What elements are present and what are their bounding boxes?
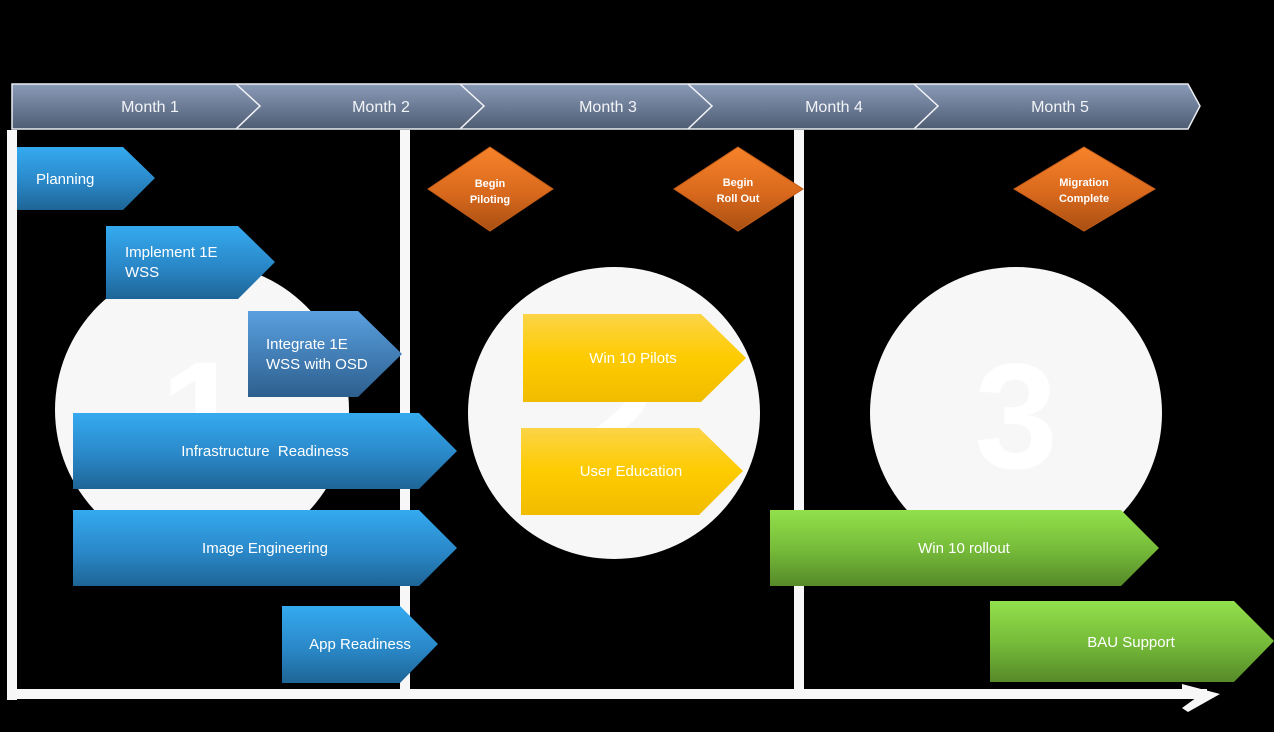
task-integrate-1e-wss-with-osd: Integrate 1E WSS with OSD [248, 311, 402, 397]
task-app-readiness: App Readiness [282, 606, 438, 683]
milestone-begin-roll-out-line-2: Roll Out [717, 193, 760, 205]
task-win-10-rollout-label: Win 10 rollout [918, 540, 1011, 557]
milestone-migration-complete: Migration Complete [1013, 146, 1156, 232]
task-user-education-label: User Education [580, 463, 683, 480]
milestones: Begin Piloting Begin Roll Out Migration … [427, 146, 1156, 232]
milestone-migration-complete-line-1: Migration [1059, 177, 1109, 189]
task-bau-support: BAU Support [990, 601, 1274, 682]
month-5-label: Month 5 [1031, 99, 1089, 116]
task-integrate-1e-wss-with-osd-line-1: Integrate 1E [266, 336, 348, 353]
task-integrate-1e-wss-with-osd-line-2: WSS with OSD [266, 356, 368, 373]
month-3-label: Month 3 [579, 99, 637, 116]
task-planning-label: Planning [36, 171, 94, 188]
phase-2-circle: 2 [468, 267, 760, 559]
task-user-education: User Education [521, 428, 743, 515]
task-infrastructure-readiness-label: Infrastructure Readiness [181, 443, 349, 460]
task-bau-support-label: BAU Support [1087, 634, 1175, 651]
phase-3-number: 3 [974, 332, 1057, 500]
milestone-begin-piloting-line-2: Piloting [470, 194, 510, 206]
left-border-line [7, 130, 17, 700]
milestone-migration-complete-line-2: Complete [1059, 193, 1109, 205]
task-win-10-rollout: Win 10 rollout [770, 510, 1159, 586]
milestone-begin-roll-out: Begin Roll Out [673, 146, 804, 232]
task-infrastructure-readiness: Infrastructure Readiness [73, 413, 457, 489]
month-1-label: Month 1 [121, 99, 179, 116]
task-image-engineering: Image Engineering [73, 510, 457, 586]
divider-month4-line [794, 130, 804, 692]
task-win-10-pilots: Win 10 Pilots [523, 314, 746, 402]
milestone-begin-piloting-line-1: Begin [475, 178, 506, 190]
migration-roadmap-diagram: 1 2 3 Month 1 Month 2 Month 3 Month 4 Mo… [7, 83, 1274, 712]
task-image-engineering-label: Image Engineering [202, 540, 328, 557]
baseline-axis-line [7, 689, 1207, 699]
task-implement-1e-wss-line-2: WSS [125, 264, 159, 281]
milestone-begin-piloting: Begin Piloting [427, 146, 554, 232]
month-4-label: Month 4 [805, 99, 863, 116]
task-implement-1e-wss-line-1: Implement 1E [125, 244, 218, 261]
milestone-begin-roll-out-line-1: Begin [723, 177, 754, 189]
task-app-readiness-label: App Readiness [309, 636, 411, 653]
task-planning: Planning [17, 147, 155, 210]
timeline-bar: Month 1 Month 2 Month 3 Month 4 Month 5 [11, 83, 1201, 130]
task-win-10-pilots-label: Win 10 Pilots [589, 350, 677, 367]
month-2-label: Month 2 [352, 99, 410, 116]
